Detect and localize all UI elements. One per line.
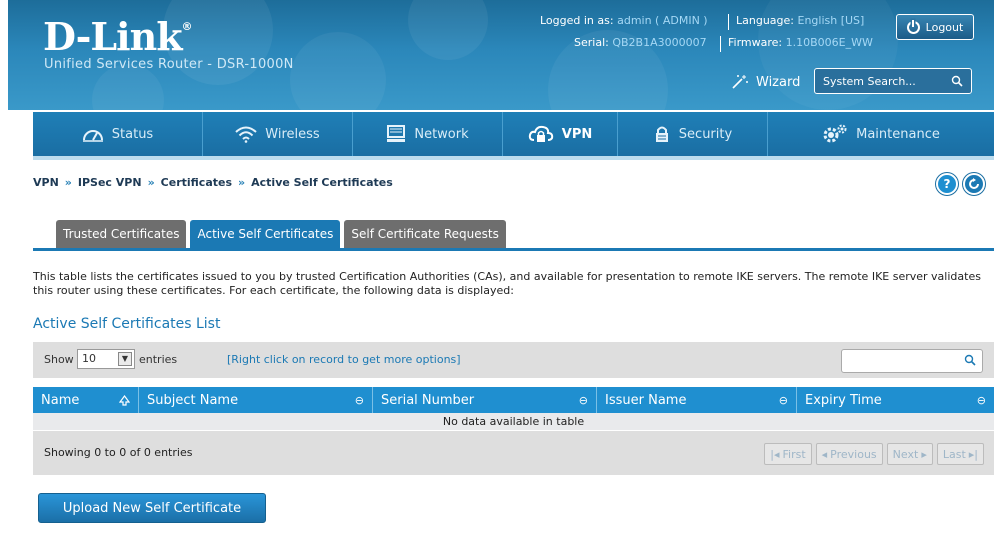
sort-icon: ⊖ (578, 393, 588, 407)
column-header-subject-name[interactable]: Subject Name ⊖ (139, 387, 373, 413)
tab-underline (33, 248, 994, 251)
chevron-left-icon: ◂ (821, 447, 828, 461)
entries-summary: Showing 0 to 0 of 0 entries (44, 446, 193, 459)
first-page-button[interactable]: |◂ First (764, 443, 812, 465)
table-header: Name Subject Name ⊖ Serial Number ⊖ Issu… (33, 387, 994, 413)
logged-in-info: Logged in as: admin ( ADMIN ) (540, 14, 708, 27)
firmware-info: Firmware: 1.10B006E_WW (728, 36, 873, 49)
help-button[interactable]: ? (936, 173, 958, 195)
context-menu-hint: [Right click on record to get more optio… (227, 353, 461, 366)
nav-item-maintenance[interactable]: Maintenance (768, 112, 994, 156)
header-divider (728, 14, 729, 30)
dlink-logo: D-Link® (43, 14, 193, 59)
nav-item-vpn[interactable]: VPN (503, 112, 618, 156)
serial-info: Serial: QB2B1A3000007 (574, 36, 707, 49)
breadcrumb-separator: » (238, 176, 246, 189)
product-name: Unified Services Router - DSR-1000N (44, 57, 294, 72)
lock-icon (655, 126, 668, 142)
power-icon (906, 19, 920, 34)
refresh-icon (969, 178, 979, 189)
nav-underline (33, 156, 994, 160)
nav-item-security[interactable]: Security (618, 112, 768, 156)
page-size-select[interactable]: 10 ▼ (77, 349, 135, 369)
table-empty-row: No data available in table (33, 413, 994, 430)
help-icon: ? (943, 177, 951, 191)
wizard-link[interactable]: Wizard (730, 74, 800, 90)
column-header-issuer-name[interactable]: Issuer Name ⊖ (597, 387, 797, 413)
sort-icon: ⊖ (354, 393, 364, 407)
breadcrumb-vpn[interactable]: VPN (33, 176, 59, 189)
sort-asc-icon (119, 394, 130, 406)
nav-item-wireless[interactable]: Wireless (203, 112, 353, 156)
entries-label: entries (139, 353, 178, 366)
certificate-tabs: Trusted Certificates Active Self Certifi… (56, 220, 506, 248)
breadcrumb: VPN » IPSec VPN » Certificates » Active … (33, 176, 393, 189)
logout-button[interactable]: Logout (896, 14, 974, 40)
tab-active-self-certificates[interactable]: Active Self Certificates (190, 220, 341, 248)
chevron-down-icon: ▼ (118, 352, 132, 366)
table-footer: Showing 0 to 0 of 0 entries |◂ First ◂ P… (33, 431, 994, 475)
previous-page-button[interactable]: ◂ Previous (815, 443, 883, 465)
last-page-icon: ▸| (968, 447, 978, 461)
header-banner: D-Link® Unified Services Router - DSR-10… (8, 0, 994, 110)
nav-item-network[interactable]: Network (353, 112, 503, 156)
wifi-icon (235, 126, 257, 143)
magic-wand-icon (732, 75, 748, 89)
gears-icon (823, 124, 847, 143)
upload-new-self-certificate-button[interactable]: Upload New Self Certificate (38, 493, 266, 523)
tab-self-certificate-requests[interactable]: Self Certificate Requests (344, 220, 506, 248)
next-page-button[interactable]: Next ▸ (886, 443, 933, 465)
breadcrumb-active-self-certificates: Active Self Certificates (251, 176, 393, 189)
refresh-button[interactable] (963, 173, 985, 195)
main-nav: Status Wireless Network VPN Security Mai… (33, 112, 994, 156)
column-header-expiry-time[interactable]: Expiry Time ⊖ (797, 387, 994, 413)
breadcrumb-ipsec-vpn[interactable]: IPSec VPN (78, 176, 142, 189)
monitor-icon (387, 125, 406, 142)
language-link[interactable]: English [US] (798, 14, 865, 27)
breadcrumb-separator: » (64, 176, 72, 189)
table-controls: Show 10 ▼ entries [Right click on record… (33, 342, 994, 378)
sort-icon: ⊖ (778, 393, 788, 407)
header-divider (720, 36, 721, 52)
nav-item-status[interactable]: Status (33, 112, 203, 156)
last-page-button[interactable]: Last ▸| (936, 443, 984, 465)
page-description: This table lists the certificates issued… (33, 270, 981, 297)
first-page-icon: |◂ (770, 447, 780, 461)
show-label: Show (44, 353, 74, 366)
cloud-lock-icon (528, 125, 553, 142)
breadcrumb-separator: » (147, 176, 155, 189)
language-info: Language: English [US] (736, 14, 865, 27)
pagination: |◂ First ◂ Previous Next ▸ Last ▸| (764, 443, 984, 465)
sort-icon: ⊖ (976, 393, 986, 407)
dashboard-icon (82, 130, 103, 142)
system-search-input[interactable]: System Search... (814, 68, 972, 94)
table-search-input[interactable] (841, 349, 983, 373)
search-icon (964, 354, 976, 366)
column-header-serial-number[interactable]: Serial Number ⊖ (373, 387, 597, 413)
column-header-name[interactable]: Name (33, 387, 139, 413)
chevron-right-icon: ▸ (921, 447, 927, 461)
breadcrumb-certificates[interactable]: Certificates (161, 176, 232, 189)
list-title: Active Self Certificates List (33, 316, 221, 332)
search-icon (951, 75, 963, 87)
tab-trusted-certificates[interactable]: Trusted Certificates (56, 220, 187, 248)
